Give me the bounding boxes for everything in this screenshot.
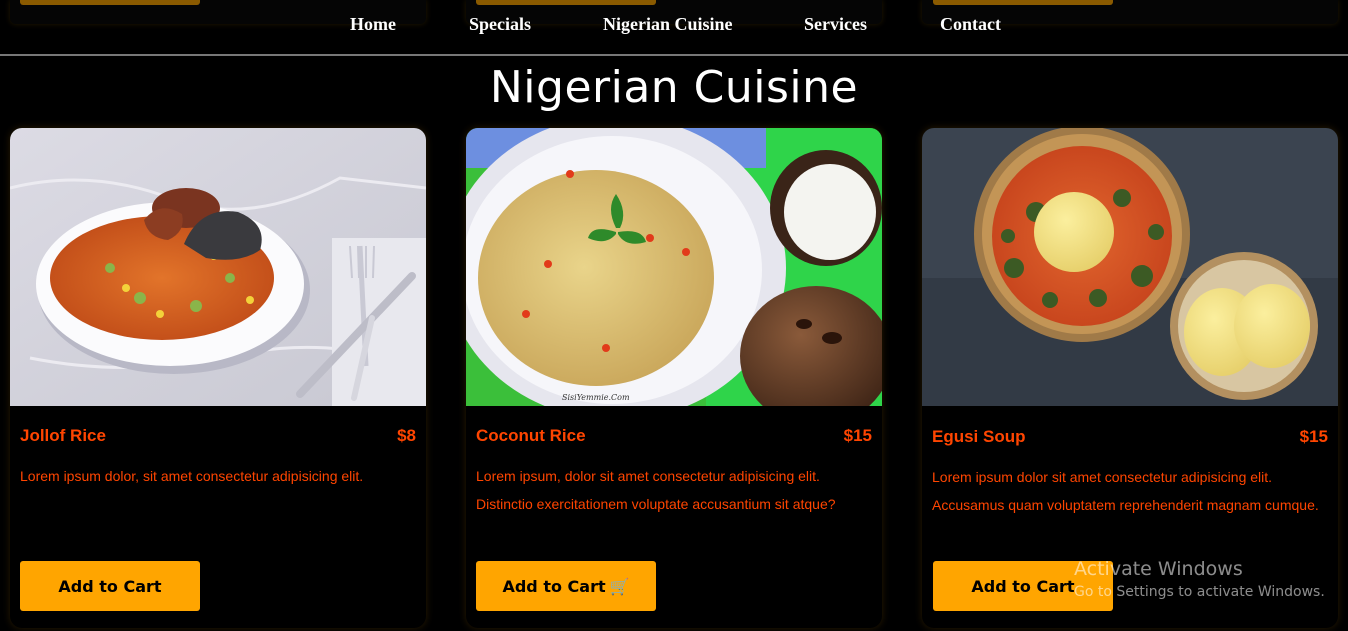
shopping-cart-icon: 🛒	[609, 576, 630, 596]
product-card-egusi-soup: Egusi Soup $15 Lorem ipsum dolor sit ame…	[922, 128, 1338, 628]
windows-activation-watermark: Activate Windows Go to Settings to activ…	[1074, 558, 1325, 600]
product-description: Lorem ipsum, dolor sit amet consectetur …	[476, 468, 836, 512]
add-to-cart-label: Add to Cart	[971, 576, 1075, 596]
coconut-rice-image: SisiYemmie.Com	[466, 128, 882, 406]
main-navigation: Home Specials Nigerian Cuisine Services …	[0, 0, 1348, 56]
image-watermark-caption: SisiYemmie.Com	[562, 393, 630, 402]
product-card-jollof-rice: Jollof Rice $8 Lorem ipsum dolor, sit am…	[10, 128, 426, 628]
nav-specials-link[interactable]: Specials	[469, 14, 531, 35]
product-price: $8	[397, 426, 416, 445]
nav-services-link[interactable]: Services	[804, 14, 867, 35]
add-to-cart-label: Add to Cart	[58, 576, 162, 596]
product-name: Jollof Rice	[20, 426, 106, 445]
nav-contact-link[interactable]: Contact	[940, 14, 1001, 35]
product-name: Egusi Soup	[932, 427, 1026, 446]
add-to-cart-button[interactable]: Add to Cart 🛒	[476, 561, 656, 611]
watermark-title: Activate Windows	[1074, 558, 1243, 580]
product-price: $15	[843, 426, 872, 445]
product-description: Lorem ipsum dolor, sit amet consectetur …	[20, 468, 364, 484]
section-title: Nigerian Cuisine	[489, 62, 859, 113]
jollof-rice-image	[10, 128, 426, 406]
product-description: Lorem ipsum dolor sit amet consectetur a…	[932, 469, 1319, 513]
watermark-subtitle: Go to Settings to activate Windows.	[1074, 584, 1325, 600]
add-to-cart-button[interactable]: Add to Cart	[20, 561, 200, 611]
nav-home-link[interactable]: Home	[350, 14, 396, 35]
nav-nigerian-cuisine-link[interactable]: Nigerian Cuisine	[603, 14, 733, 35]
add-to-cart-label: Add to Cart	[502, 576, 606, 596]
product-price: $15	[1299, 427, 1328, 446]
product-name: Coconut Rice	[476, 426, 586, 445]
product-card-coconut-rice: SisiYemmie.Com Coconut Rice $15 Lorem ip…	[466, 128, 882, 628]
egusi-soup-image	[922, 128, 1338, 406]
